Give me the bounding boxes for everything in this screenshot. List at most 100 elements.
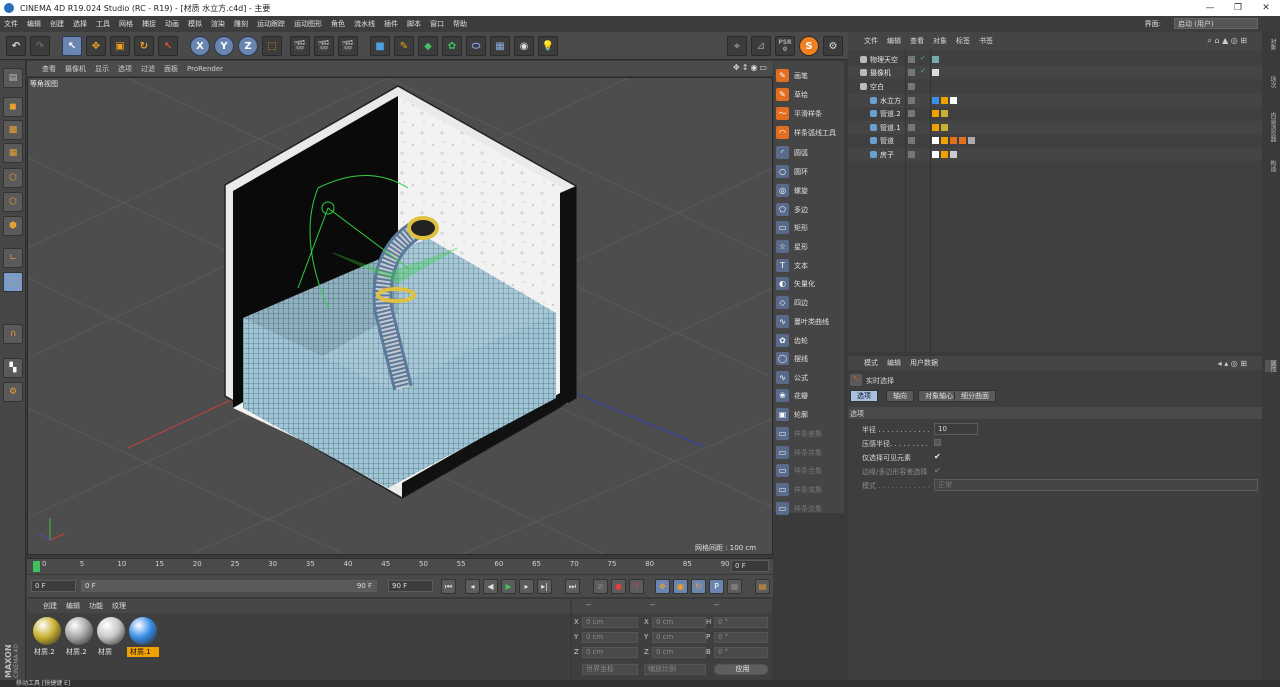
tab-subdivision[interactable]: 细分曲面 bbox=[954, 390, 996, 402]
pressure-radius-checkbox[interactable] bbox=[934, 439, 941, 446]
menu-select[interactable]: 选择 bbox=[73, 19, 87, 29]
material-menu-function[interactable]: 功能 bbox=[89, 601, 103, 611]
position-field[interactable]: 0 cm bbox=[582, 647, 638, 658]
object-row[interactable]: 摄像机 ✓ bbox=[848, 66, 1262, 79]
z-axis-lock-button[interactable]: Z bbox=[238, 36, 258, 56]
viewport-menu-options[interactable]: 选项 bbox=[118, 64, 132, 74]
right-tab[interactable]: 场次 bbox=[1265, 76, 1277, 88]
object-row[interactable]: 空白 bbox=[848, 80, 1262, 93]
timeline-window-icon[interactable]: ▤ bbox=[755, 579, 770, 594]
menu-window[interactable]: 窗口 bbox=[430, 19, 444, 29]
menu-file[interactable]: 文件 bbox=[4, 19, 18, 29]
menu-plugins[interactable]: 插件 bbox=[384, 19, 398, 29]
spline-tool-12[interactable]: ◇ 四边 bbox=[776, 294, 842, 311]
menu-mograph[interactable]: 运动图形 bbox=[294, 19, 322, 29]
spline-tool-5[interactable]: ○ 圆环 bbox=[776, 163, 842, 180]
playhead[interactable] bbox=[33, 561, 40, 572]
menu-create[interactable]: 创建 bbox=[50, 19, 64, 29]
render-region-icon[interactable]: 🎬 bbox=[314, 36, 334, 56]
menu-animate[interactable]: 动画 bbox=[165, 19, 179, 29]
obj-search-icon[interactable]: ⌕ ⌂ ▲ ◎ ⊞ bbox=[1207, 36, 1247, 46]
object-tag-icon[interactable] bbox=[932, 69, 939, 76]
menu-motion-tracking[interactable]: 运动跟踪 bbox=[257, 19, 285, 29]
obj-menu-view[interactable]: 查看 bbox=[910, 36, 924, 46]
texture-mode-icon[interactable]: ▩ bbox=[3, 120, 23, 140]
enable-check-icon[interactable]: ✓ bbox=[920, 67, 926, 75]
key-scale-icon[interactable]: ▣ bbox=[673, 579, 688, 594]
spline-tool-22[interactable]: ▭ 样条或集 bbox=[776, 481, 842, 498]
rotate-icon[interactable]: ↻ bbox=[134, 36, 154, 56]
spline-tool-15[interactable]: ◯ 摆线 bbox=[776, 350, 842, 367]
autokey-icon[interactable]: ● bbox=[611, 579, 626, 594]
right-tab[interactable]: 对象 bbox=[1265, 38, 1277, 50]
redo-icon[interactable]: ↷ bbox=[30, 36, 50, 56]
rotation-field[interactable]: 0 ° bbox=[714, 632, 768, 643]
light-icon[interactable]: 💡 bbox=[538, 36, 558, 56]
layout-select[interactable]: 启动 (用户) bbox=[1174, 18, 1258, 29]
spline-tool-23[interactable]: ▭ 样条交集 bbox=[776, 500, 842, 517]
key-rotation-icon[interactable]: ↻ bbox=[691, 579, 706, 594]
object-tag-icon[interactable] bbox=[941, 97, 948, 104]
object-tag-icon[interactable] bbox=[959, 137, 966, 144]
viewport-menu-view[interactable]: 查看 bbox=[42, 64, 56, 74]
object-tag-icon[interactable] bbox=[932, 151, 939, 158]
axis-mode-icon[interactable]: ∟ bbox=[3, 248, 23, 268]
viewport-menu-display[interactable]: 显示 bbox=[95, 64, 109, 74]
previous-frame-icon[interactable]: ◀ bbox=[483, 579, 498, 594]
magnet-icon[interactable]: ∩ bbox=[3, 324, 23, 344]
recent-tool-icon[interactable]: ↖ bbox=[158, 36, 178, 56]
spline-tool-9[interactable]: ☆ 星形 bbox=[776, 238, 842, 255]
material-item[interactable]: 材质 bbox=[95, 617, 127, 657]
minimize-icon[interactable]: — bbox=[1196, 0, 1224, 16]
viewport-menu-filter[interactable]: 过滤 bbox=[141, 64, 155, 74]
start-frame-field[interactable]: 0 F bbox=[31, 580, 76, 592]
size-field[interactable]: 0 cm bbox=[652, 647, 706, 658]
spline-tool-17[interactable]: ❀ 花瓣 bbox=[776, 387, 842, 404]
material-item[interactable]: 材质.2 bbox=[31, 617, 63, 657]
object-row[interactable]: 管道.1 bbox=[848, 121, 1262, 134]
range-slider[interactable]: 0 F 90 F bbox=[81, 580, 377, 592]
gear-icon[interactable]: ⚙ bbox=[823, 36, 843, 56]
visibility-toggle[interactable] bbox=[908, 137, 915, 144]
rotation-field[interactable]: 0 ° bbox=[714, 647, 768, 658]
visibility-toggle[interactable] bbox=[908, 110, 915, 117]
object-tag-icon[interactable] bbox=[941, 110, 948, 117]
apply-button[interactable]: 应用 bbox=[714, 664, 768, 675]
undo-icon[interactable]: ↶ bbox=[6, 36, 26, 56]
scale-icon[interactable]: ▣ bbox=[110, 36, 130, 56]
next-frame-icon[interactable]: ▸ bbox=[519, 579, 534, 594]
rotation-field[interactable]: 0 ° bbox=[714, 617, 768, 628]
object-tag-icon[interactable] bbox=[932, 97, 939, 104]
spline-tool-6[interactable]: ◎ 螺旋 bbox=[776, 182, 842, 199]
obj-menu-edit[interactable]: 编辑 bbox=[887, 36, 901, 46]
right-tab[interactable]: 构造 bbox=[1265, 160, 1277, 172]
play-icon[interactable]: ▶ bbox=[501, 579, 516, 594]
object-row[interactable]: 管道.2 bbox=[848, 107, 1262, 120]
object-tag-icon[interactable] bbox=[932, 110, 939, 117]
attr-menu-userdata[interactable]: 用户数据 bbox=[910, 358, 938, 368]
position-field[interactable]: 0 cm bbox=[582, 617, 638, 628]
material-menu-texture[interactable]: 纹理 bbox=[112, 601, 126, 611]
spline-tool-19[interactable]: ▭ 样条差集 bbox=[776, 425, 842, 442]
visible-only-checkbox[interactable]: ✔ bbox=[934, 452, 941, 461]
object-tag-icon[interactable] bbox=[941, 124, 948, 131]
obj-menu-tags[interactable]: 标签 bbox=[956, 36, 970, 46]
pen-icon[interactable]: ✎ bbox=[394, 36, 414, 56]
spline-tool-11[interactable]: ◐ 矢量化 bbox=[776, 275, 842, 292]
render-view-icon[interactable]: 🎬 bbox=[290, 36, 310, 56]
close-icon[interactable]: ✕ bbox=[1252, 0, 1280, 16]
locked-workplane-icon[interactable]: ⚙ bbox=[3, 382, 23, 402]
object-tag-icon[interactable] bbox=[932, 56, 939, 63]
world-coord-select[interactable]: 世界坐标 bbox=[582, 664, 638, 675]
current-frame-field[interactable]: 0 F bbox=[731, 560, 769, 572]
menu-simulate[interactable]: 模拟 bbox=[188, 19, 202, 29]
tweak-mode-icon[interactable]: ⬚ bbox=[3, 272, 23, 292]
menu-help[interactable]: 帮助 bbox=[453, 19, 467, 29]
material-menu-edit[interactable]: 编辑 bbox=[66, 601, 80, 611]
spline-tool-4[interactable]: ◜ 圆弧 bbox=[776, 144, 842, 161]
workplane-mode-icon[interactable]: ▦ bbox=[3, 143, 23, 163]
visibility-toggle[interactable] bbox=[908, 69, 915, 76]
menu-render[interactable]: 渲染 bbox=[211, 19, 225, 29]
enable-check-icon[interactable]: ✓ bbox=[920, 54, 926, 62]
camera-icon[interactable]: ◉ bbox=[514, 36, 534, 56]
